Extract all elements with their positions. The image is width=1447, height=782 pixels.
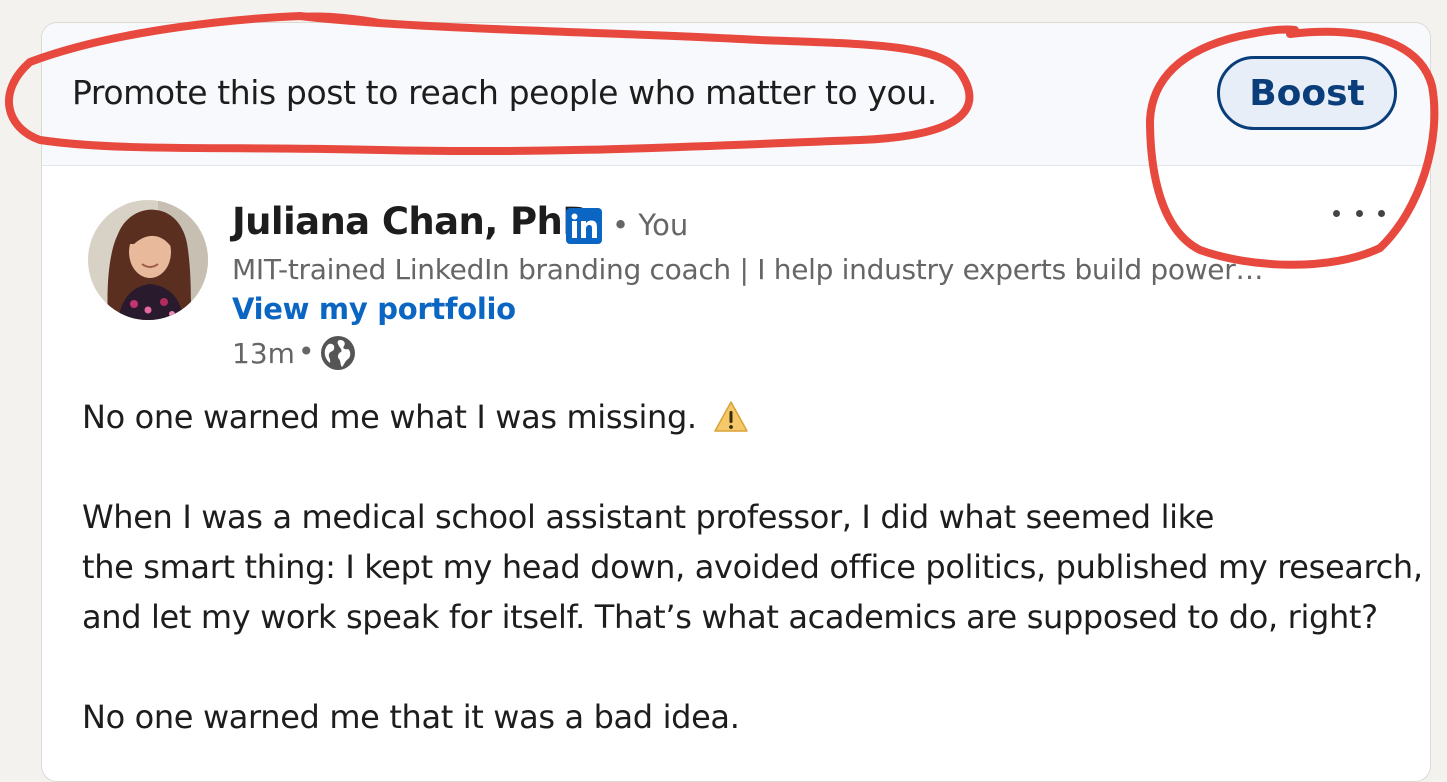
more-dot bbox=[1378, 209, 1385, 217]
post-timestamp: 13m bbox=[232, 337, 295, 370]
meta-separator: • bbox=[298, 335, 315, 368]
post-text-line: and let my work speak for itself. That’s… bbox=[82, 598, 1378, 636]
promote-banner: Promote this post to reach people who ma… bbox=[42, 23, 1430, 166]
more-dot bbox=[1355, 209, 1363, 217]
boost-button[interactable]: Boost bbox=[1217, 56, 1397, 130]
post-text-line: No one warned me what I was missing. bbox=[82, 398, 749, 436]
author-name[interactable]: Juliana Chan, PhD bbox=[232, 200, 593, 243]
promote-text: Promote this post to reach people who ma… bbox=[72, 73, 937, 112]
more-options-icon[interactable] bbox=[1333, 195, 1385, 231]
more-dot bbox=[1333, 209, 1340, 217]
post-text-line: the smart thing: I kept my head down, av… bbox=[82, 548, 1423, 586]
view-portfolio-link[interactable]: View my portfolio bbox=[232, 292, 516, 326]
connection-degree: • You bbox=[612, 208, 689, 242]
post-text-line: No one warned me that it was a bad idea. bbox=[82, 698, 740, 736]
globe-icon bbox=[320, 335, 356, 371]
post-text-line: When I was a medical school assistant pr… bbox=[82, 498, 1215, 536]
linkedin-icon bbox=[566, 208, 602, 244]
post-line-text: No one warned me what I was missing. bbox=[82, 398, 697, 436]
avatar[interactable] bbox=[88, 200, 208, 320]
author-headline: MIT-trained LinkedIn branding coach | I … bbox=[232, 253, 1268, 286]
warning-icon bbox=[713, 400, 749, 434]
